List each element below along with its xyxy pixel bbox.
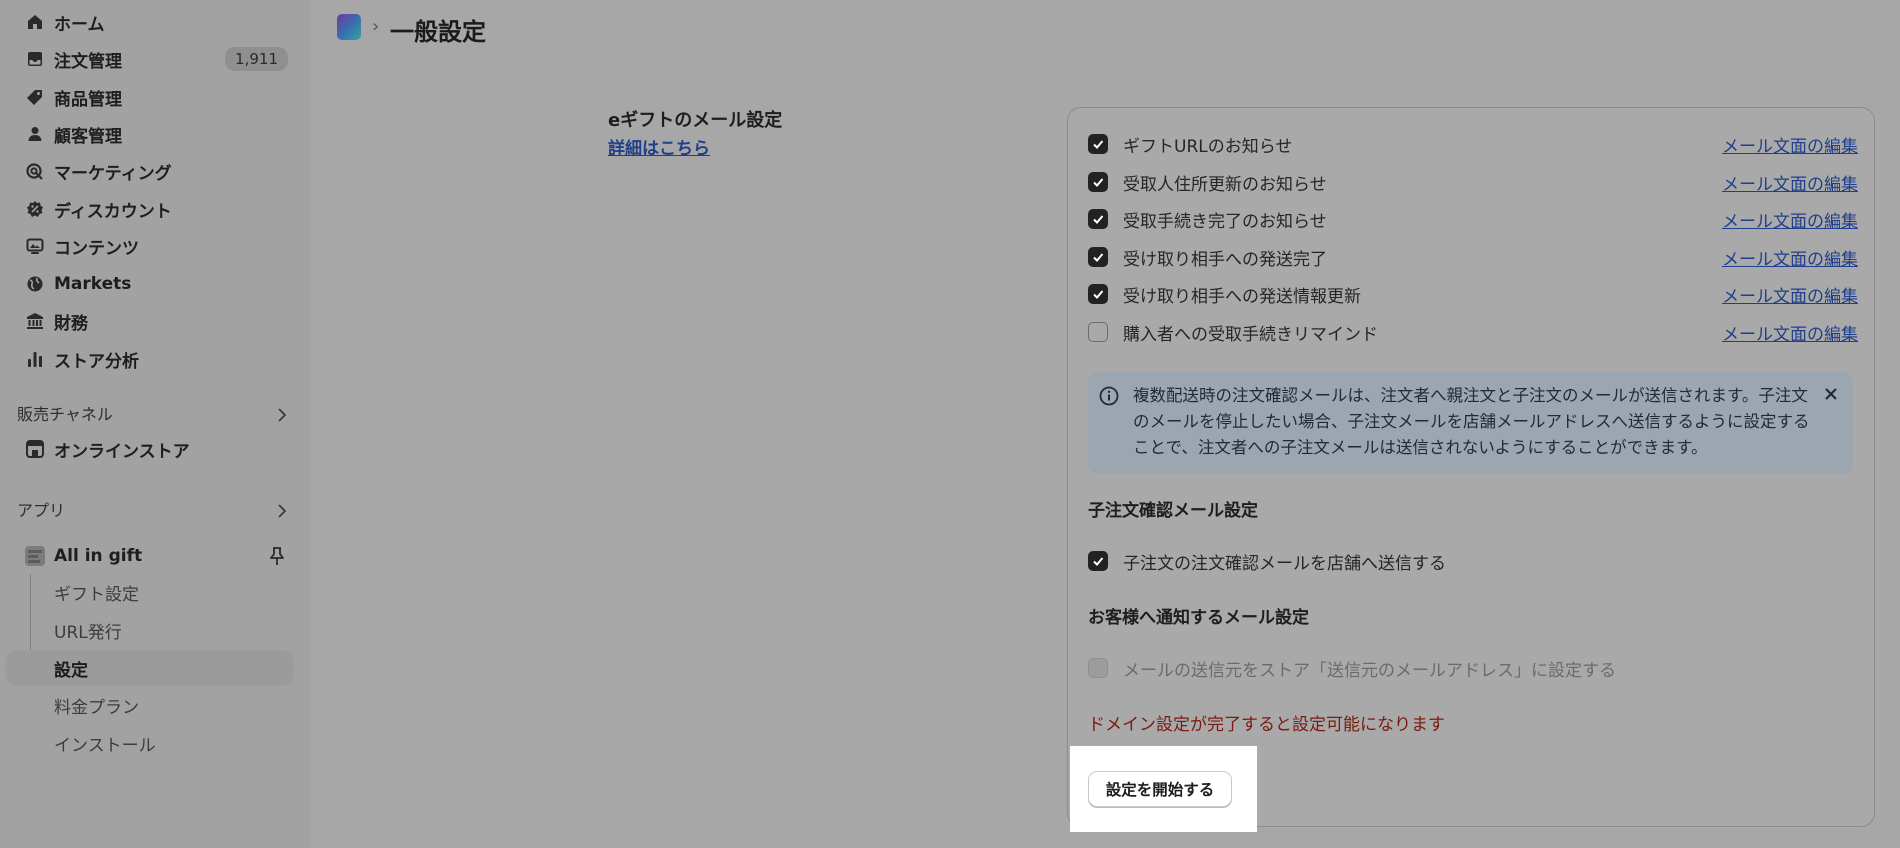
- sidebar-item-label: コンテンツ: [54, 238, 139, 259]
- checkbox-checked[interactable]: [1088, 551, 1108, 571]
- sidebar-item-label: ホーム: [54, 14, 105, 35]
- sidebar-item-label: マーケティング: [54, 163, 172, 184]
- checkbox-label: メールの送信元をストア「送信元のメールアドレス」に設定する: [1123, 660, 1616, 681]
- edit-email-link[interactable]: メール文面の編集: [1722, 245, 1858, 270]
- globe-icon: [20, 269, 50, 299]
- sidebar-subitem-gift-settings[interactable]: ギフト設定: [6, 574, 294, 610]
- info-icon: [1099, 386, 1119, 406]
- sidebar: ホーム 注文管理 1,911 商品管理 顧客管理 マーケティング ディスカウント: [0, 0, 310, 848]
- start-setup-button[interactable]: 設定を開始する: [1088, 771, 1232, 807]
- checkbox-unchecked[interactable]: [1088, 322, 1108, 342]
- checkbox-checked[interactable]: [1088, 134, 1108, 154]
- child-order-row: 子注文の注文確認メールを店舗へ送信する: [1088, 548, 1858, 574]
- sidebar-item-label: 財務: [54, 313, 88, 334]
- chevron-right-icon[interactable]: [272, 501, 292, 521]
- pin-icon[interactable]: [268, 546, 286, 570]
- checkbox-label: 受取人住所更新のお知らせ: [1123, 174, 1327, 195]
- notification-row: 購入者への受取手続きリマインド メール文面の編集: [1088, 319, 1858, 345]
- sidebar-subitem-label: インストール: [54, 735, 156, 756]
- sidebar-subitem-install[interactable]: インストール: [6, 725, 294, 761]
- bar-chart-icon: [20, 344, 50, 374]
- sidebar-item-online-store[interactable]: オンラインストア: [6, 431, 294, 467]
- app-logo-icon: [20, 541, 50, 571]
- checkbox-label: 受け取り相手への発送完了: [1123, 249, 1327, 270]
- checkbox-disabled: [1088, 658, 1108, 678]
- tag-icon: [20, 82, 50, 112]
- home-icon: [20, 7, 50, 37]
- sidebar-item-finance[interactable]: 財務: [6, 303, 294, 339]
- inbox-icon: [20, 44, 50, 74]
- checkbox-checked[interactable]: [1088, 247, 1108, 267]
- sidebar-item-label: All in gift: [54, 546, 143, 566]
- sidebar-subitem-label: 料金プラン: [54, 697, 139, 718]
- domain-warning-text: ドメイン設定が完了すると設定可能になります: [1088, 715, 1445, 735]
- sidebar-item-home[interactable]: ホーム: [6, 4, 294, 40]
- sales-channels-heading: 販売チャネル: [17, 405, 113, 424]
- sidebar-item-label: ストア分析: [54, 351, 139, 372]
- target-icon: [20, 156, 50, 186]
- sidebar-item-label: 商品管理: [54, 89, 122, 110]
- apps-heading: アプリ: [17, 501, 66, 520]
- sidebar-item-orders[interactable]: 注文管理 1,911: [6, 41, 294, 77]
- details-link[interactable]: 詳細はこちら: [608, 134, 710, 159]
- edit-email-link[interactable]: メール文面の編集: [1722, 170, 1858, 195]
- sidebar-item-discounts[interactable]: ディスカウント: [6, 191, 294, 227]
- page-title: 一般設定: [390, 18, 486, 46]
- person-icon: [20, 119, 50, 149]
- sidebar-item-label: 顧客管理: [54, 126, 122, 147]
- store-icon: [20, 434, 50, 464]
- checkbox-checked[interactable]: [1088, 209, 1108, 229]
- checkbox-label: ギフトURLのお知らせ: [1123, 136, 1293, 157]
- sidebar-subitem-label: 設定: [54, 660, 88, 681]
- section-title: eギフトのメール設定: [608, 110, 783, 131]
- sidebar-item-label: Markets: [54, 274, 132, 294]
- chevron-right-icon[interactable]: [272, 405, 292, 425]
- sidebar-subitem-url-issue[interactable]: URL発行: [6, 612, 294, 648]
- bank-icon: [20, 306, 50, 336]
- sidebar-item-analytics[interactable]: ストア分析: [6, 341, 294, 377]
- close-icon[interactable]: [1821, 384, 1841, 404]
- sidebar-subitem-label: URL発行: [54, 622, 122, 643]
- child-order-heading: 子注文確認メール設定: [1088, 501, 1258, 521]
- order-count-badge: 1,911: [225, 47, 288, 71]
- app-logo[interactable]: [337, 14, 361, 40]
- sidebar-item-label: 注文管理: [54, 51, 122, 72]
- edit-email-link[interactable]: メール文面の編集: [1722, 282, 1858, 307]
- checkbox-label: 子注文の注文確認メールを店舗へ送信する: [1123, 553, 1446, 574]
- discount-icon: [20, 194, 50, 224]
- edit-email-link[interactable]: メール文面の編集: [1722, 132, 1858, 157]
- sidebar-item-products[interactable]: 商品管理: [6, 79, 294, 115]
- sidebar-item-label: オンラインストア: [54, 441, 190, 462]
- info-banner: 複数配送時の注文確認メールは、注文者へ親注文と子注文のメールが送信されます。子注…: [1088, 372, 1853, 474]
- sidebar-item-label: ディスカウント: [54, 201, 172, 222]
- checkbox-label: 受け取り相手への発送情報更新: [1123, 286, 1361, 307]
- sidebar-subitem-pricing[interactable]: 料金プラン: [6, 687, 294, 723]
- checkbox-checked[interactable]: [1088, 284, 1108, 304]
- edit-email-link[interactable]: メール文面の編集: [1722, 320, 1858, 345]
- sender-address-row: メールの送信元をストア「送信元のメールアドレス」に設定する: [1088, 655, 1858, 681]
- sidebar-item-customers[interactable]: 顧客管理: [6, 116, 294, 152]
- notification-row: 受取人住所更新のお知らせ メール文面の編集: [1088, 169, 1858, 195]
- notification-row: 受け取り相手への発送完了 メール文面の編集: [1088, 244, 1858, 270]
- content-icon: [20, 231, 50, 261]
- sidebar-item-content[interactable]: コンテンツ: [6, 228, 294, 264]
- checkbox-checked[interactable]: [1088, 172, 1108, 192]
- notification-row: ギフトURLのお知らせ メール文面の編集: [1088, 131, 1858, 157]
- breadcrumb-separator: ›: [372, 16, 380, 37]
- sidebar-item-all-in-gift[interactable]: All in gift: [6, 538, 294, 574]
- notification-row: 受取手続き完了のお知らせ メール文面の編集: [1088, 206, 1858, 232]
- notification-row: 受け取り相手への発送情報更新 メール文面の編集: [1088, 281, 1858, 307]
- sidebar-subitem-settings[interactable]: 設定: [6, 650, 294, 686]
- sidebar-subitem-label: ギフト設定: [54, 584, 139, 605]
- sidebar-item-marketing[interactable]: マーケティング: [6, 153, 294, 189]
- checkbox-label: 受取手続き完了のお知らせ: [1123, 211, 1327, 232]
- sidebar-item-markets[interactable]: Markets: [6, 266, 294, 302]
- info-banner-text: 複数配送時の注文確認メールは、注文者へ親注文と子注文のメールが送信されます。子注…: [1133, 386, 1810, 457]
- edit-email-link[interactable]: メール文面の編集: [1722, 207, 1858, 232]
- customer-notify-heading: お客様へ通知するメール設定: [1088, 608, 1309, 628]
- checkbox-label: 購入者への受取手続きリマインド: [1123, 324, 1378, 345]
